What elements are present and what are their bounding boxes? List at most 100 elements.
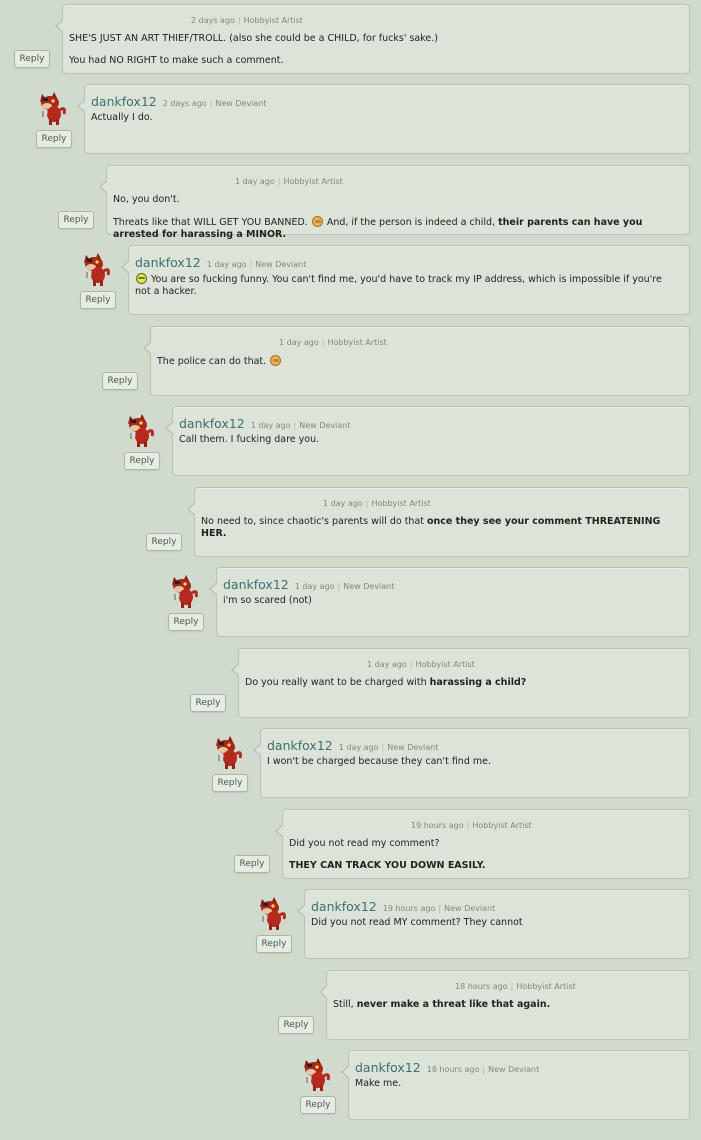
comment-box: 1 day ago | Hobbyist Artist No need to, sin… xyxy=(187,487,690,557)
comment-meta: 2 days ago | Hobbyist Artist xyxy=(191,16,303,25)
timestamp-link[interactable]: 1 day ago xyxy=(207,260,247,269)
comment-paragraph: Make me. xyxy=(355,1078,669,1090)
comment-meta: 1 day ago | Hobbyist Artist xyxy=(323,499,431,508)
comment-hobbyist-artist: Reply 19 hours ago | Hobbyist Artist Did you… xyxy=(0,805,701,885)
comment-body: Actually I do. xyxy=(91,112,669,134)
timestamp-link[interactable]: 18 hours ago xyxy=(455,982,508,991)
bold-text: never make a threat like that again. xyxy=(356,999,551,1010)
reply-button[interactable]: Reply xyxy=(278,1016,314,1034)
reply-button[interactable]: Reply xyxy=(58,211,94,229)
comment-header: dankfox12 1 day ago | New Deviant xyxy=(223,577,394,592)
avatar[interactable] xyxy=(80,251,112,287)
comment-paragraph: You are so fucking funny. You can't find… xyxy=(135,273,669,298)
comment-meta: 1 day ago | Hobbyist Artist xyxy=(235,177,343,186)
username-link[interactable]: dankfox12 xyxy=(267,738,333,753)
separator: | xyxy=(209,99,213,108)
avatar[interactable] xyxy=(300,1056,332,1092)
separator: | xyxy=(237,16,241,25)
timestamp-link[interactable]: 1 day ago xyxy=(339,743,379,752)
comment-box: dankfox12 2 days ago | New Deviant Actually … xyxy=(77,84,690,154)
comment-meta: 1 day ago | New Deviant xyxy=(207,260,307,269)
comment-meta: 19 hours ago | New Deviant xyxy=(383,904,495,913)
reply-button[interactable]: Reply xyxy=(146,533,182,551)
separator: | xyxy=(510,982,514,991)
timestamp-link[interactable]: 19 hours ago xyxy=(411,821,464,830)
comment-header: dankfox12 1 day ago | New Deviant xyxy=(135,255,306,270)
text: Still, xyxy=(333,999,357,1010)
separator: | xyxy=(381,743,385,752)
comment-box: dankfox12 19 hours ago | New Deviant Did you… xyxy=(297,889,690,959)
separator: | xyxy=(277,177,281,186)
reply-button[interactable]: Reply xyxy=(256,935,292,953)
text: Do you really want to be charged with xyxy=(245,677,430,688)
username-link[interactable]: dankfox12 xyxy=(135,255,201,270)
comment-dankfox12: Reply dankfox12 1 day ago | New Deviant I won… xyxy=(0,724,701,804)
user-role: New Deviant xyxy=(387,743,439,752)
reply-button[interactable]: Reply xyxy=(212,774,248,792)
avatar[interactable] xyxy=(124,412,156,448)
text: No, you don't. xyxy=(113,194,180,205)
smug-emoticon-icon xyxy=(136,273,147,284)
text: And, if the person is indeed a child, xyxy=(323,217,499,228)
comment-meta: 1 day ago | Hobbyist Artist xyxy=(279,338,387,347)
comment-paragraph: The police can do that. xyxy=(157,355,669,368)
facepalm-emoticon-icon xyxy=(270,355,282,366)
username-link[interactable]: dankfox12 xyxy=(179,416,245,431)
comment-meta: 19 hours ago | Hobbyist Artist xyxy=(411,821,532,830)
reply-button[interactable]: Reply xyxy=(234,855,270,873)
facepalm-emoticon-icon xyxy=(311,216,323,227)
timestamp-link[interactable]: 1 day ago xyxy=(367,660,407,669)
comment-paragraph: THEY CAN TRACK YOU DOWN EASILY. xyxy=(289,860,669,872)
timestamp-link[interactable]: 19 hours ago xyxy=(383,904,436,913)
comment-paragraph: You had NO RIGHT to make such a comment. xyxy=(69,55,669,67)
user-role: Hobbyist Artist xyxy=(415,660,475,669)
comment-paragraph: Did you not read MY comment? They cannot xyxy=(311,917,669,929)
text: Did you not read MY comment? They cannot xyxy=(311,917,523,928)
timestamp-link[interactable]: 2 days ago xyxy=(191,16,235,25)
comment-paragraph: Do you really want to be charged with ha… xyxy=(245,677,669,689)
user-role: New Deviant xyxy=(444,904,496,913)
comment-paragraph: I won't be charged because they can't fi… xyxy=(267,756,669,768)
comment-body: Still, never make a threat like that aga… xyxy=(333,999,669,1021)
comment-box: 19 hours ago | Hobbyist Artist Did you not … xyxy=(275,809,690,879)
comment-meta: 18 hours ago | Hobbyist Artist xyxy=(455,982,576,991)
reply-button[interactable]: Reply xyxy=(300,1096,336,1114)
username-link[interactable]: dankfox12 xyxy=(311,899,377,914)
text: You had NO RIGHT to make such a comment. xyxy=(69,55,284,66)
text: i'm so scared (not) xyxy=(223,595,312,606)
reply-button[interactable]: Reply xyxy=(124,452,160,470)
timestamp-link[interactable]: 1 day ago xyxy=(279,338,319,347)
bold-text: harassing a child? xyxy=(429,677,527,688)
comment-body: I won't be charged because they can't fi… xyxy=(267,756,669,778)
timestamp-link[interactable]: 2 days ago xyxy=(163,99,207,108)
separator: | xyxy=(482,1065,486,1074)
comment-meta: 1 day ago | New Deviant xyxy=(295,582,395,591)
avatar[interactable] xyxy=(168,573,200,609)
reply-button[interactable]: Reply xyxy=(36,130,72,148)
username-link[interactable]: dankfox12 xyxy=(91,94,157,109)
comment-paragraph: Actually I do. xyxy=(91,112,669,124)
separator: | xyxy=(466,821,470,830)
username-link[interactable]: dankfox12 xyxy=(355,1060,421,1075)
user-role: New Deviant xyxy=(299,421,351,430)
comment-dankfox12: Reply dankfox12 18 hours ago | New Deviant Ma… xyxy=(0,1046,701,1126)
reply-button[interactable]: Reply xyxy=(168,613,204,631)
comment-box: 1 day ago | Hobbyist Artist No, you don't. T… xyxy=(99,165,690,240)
timestamp-link[interactable]: 1 day ago xyxy=(235,177,275,186)
comment-header: dankfox12 18 hours ago | New Deviant xyxy=(355,1060,539,1075)
reply-button[interactable]: Reply xyxy=(190,694,226,712)
comment-hobbyist-artist: Reply 1 day ago | Hobbyist Artist No, you do… xyxy=(0,161,701,241)
timestamp-link[interactable]: 1 day ago xyxy=(295,582,335,591)
reply-button[interactable]: Reply xyxy=(14,50,50,68)
avatar[interactable] xyxy=(36,90,68,126)
timestamp-link[interactable]: 18 hours ago xyxy=(427,1065,480,1074)
avatar[interactable] xyxy=(212,734,244,770)
reply-button[interactable]: Reply xyxy=(80,291,116,309)
username-link[interactable]: dankfox12 xyxy=(223,577,289,592)
comment-body: Make me. xyxy=(355,1078,669,1100)
timestamp-link[interactable]: 1 day ago xyxy=(251,421,291,430)
comment-box: 2 days ago | Hobbyist Artist SHE'S JUST AN … xyxy=(55,4,690,74)
avatar[interactable] xyxy=(256,895,288,931)
timestamp-link[interactable]: 1 day ago xyxy=(323,499,363,508)
reply-button[interactable]: Reply xyxy=(102,372,138,390)
